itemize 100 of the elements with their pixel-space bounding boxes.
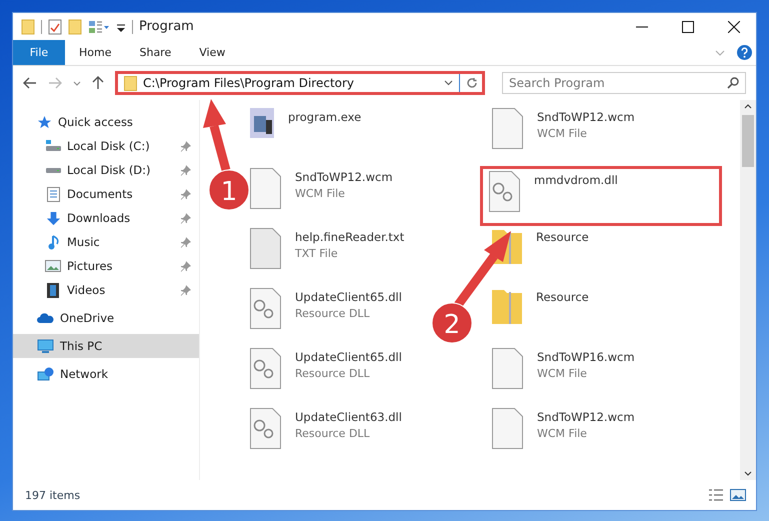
recent-locations-icon[interactable] bbox=[73, 80, 81, 86]
nav-item[interactable]: Local Disk (D:) bbox=[13, 158, 195, 182]
details-view-icon[interactable] bbox=[708, 488, 724, 502]
file-item[interactable]: SndToWP12.wcm WCM File bbox=[490, 106, 637, 166]
maximize-icon[interactable] bbox=[682, 20, 694, 32]
ribbon-tab[interactable]: Home bbox=[65, 40, 126, 65]
file-name: UpdateClient63.dll bbox=[295, 410, 402, 424]
ribbon-tab[interactable]: Share bbox=[125, 40, 186, 65]
file-icon bbox=[250, 348, 281, 389]
pin-icon[interactable] bbox=[181, 284, 191, 296]
scroll-up-icon[interactable] bbox=[744, 104, 752, 109]
search-icon[interactable] bbox=[727, 77, 739, 89]
chevron-down-icon[interactable] bbox=[715, 50, 725, 56]
file-icon bbox=[489, 171, 520, 212]
folder-icon bbox=[492, 288, 522, 326]
nav-label: Quick access bbox=[58, 115, 133, 129]
nav-item[interactable]: Local Disk (C:) bbox=[13, 134, 195, 158]
scroll-down-icon[interactable] bbox=[744, 471, 752, 476]
large-icons-view-icon[interactable] bbox=[730, 488, 746, 502]
pin-icon[interactable] bbox=[181, 260, 191, 272]
nav-label: Local Disk (C:) bbox=[67, 139, 151, 153]
file-icon bbox=[492, 348, 523, 389]
file-item[interactable]: program.exe bbox=[248, 106, 364, 166]
search-field[interactable]: Search Program bbox=[502, 72, 746, 94]
item-count: 197 items bbox=[25, 488, 80, 502]
nav-item[interactable]: Network bbox=[13, 362, 199, 386]
drive-icon bbox=[46, 140, 60, 152]
nav-item[interactable]: This PC bbox=[13, 334, 199, 358]
file-item[interactable]: UpdateClient63.dll Resource DLL bbox=[248, 406, 404, 466]
file-name: program.exe bbox=[288, 110, 362, 124]
nav-item[interactable]: OneDrive bbox=[13, 306, 199, 330]
file-name: help.fineReader.txt bbox=[295, 230, 404, 244]
close-icon[interactable] bbox=[728, 20, 740, 32]
pictures-icon bbox=[45, 260, 61, 272]
file-icon bbox=[492, 408, 523, 449]
file-name: SndToWP16.wcm bbox=[537, 350, 635, 364]
file-item[interactable]: Resource bbox=[490, 286, 591, 346]
file-icon bbox=[250, 408, 281, 449]
ribbon-tab[interactable]: File bbox=[13, 40, 65, 65]
pin-icon[interactable] bbox=[181, 236, 191, 248]
nav-label: OneDrive bbox=[60, 311, 114, 325]
file-item[interactable]: UpdateClient65.dll Resource DLL bbox=[248, 286, 404, 346]
file-type: Resource DLL bbox=[295, 307, 371, 320]
document-icon bbox=[46, 186, 60, 202]
back-icon[interactable] bbox=[23, 77, 37, 89]
cloud-icon bbox=[37, 312, 54, 324]
network-icon bbox=[37, 366, 54, 382]
file-name: UpdateClient65.dll bbox=[295, 290, 402, 304]
nav-item[interactable]: Quick access bbox=[13, 110, 199, 134]
film-icon bbox=[47, 282, 59, 298]
file-type: WCM File bbox=[537, 127, 588, 140]
view-options-icon[interactable] bbox=[88, 18, 110, 34]
nav-item[interactable]: Pictures bbox=[13, 254, 195, 278]
step-number: 2 bbox=[444, 310, 460, 340]
file-item[interactable]: SndToWP12.wcm WCM File bbox=[490, 406, 637, 466]
nav-label: Documents bbox=[67, 187, 134, 201]
file-type: WCM File bbox=[537, 367, 588, 380]
computer-icon bbox=[37, 338, 54, 354]
file-name: SndToWP12.wcm bbox=[537, 410, 635, 424]
ribbon-tab[interactable]: View bbox=[185, 40, 240, 65]
nav-item[interactable]: Downloads bbox=[13, 206, 195, 230]
file-type: Resource DLL bbox=[295, 367, 371, 380]
address-path: C:\Program Files\Program Directory bbox=[143, 76, 356, 90]
file-item[interactable]: SndToWP12.wcm WCM File bbox=[248, 166, 395, 226]
file-item[interactable]: help.fineReader.txt TXT File bbox=[248, 226, 406, 286]
nav-item[interactable]: Music bbox=[13, 230, 195, 254]
file-item[interactable]: SndToWP16.wcm WCM File bbox=[490, 346, 637, 406]
address-bar[interactable]: C:\Program Files\Program Directory bbox=[115, 71, 485, 95]
pin-icon[interactable] bbox=[181, 212, 191, 224]
download-icon bbox=[46, 210, 60, 226]
pin-icon[interactable] bbox=[181, 164, 191, 176]
folder-icon bbox=[124, 76, 137, 90]
nav-label: Local Disk (D:) bbox=[67, 163, 152, 177]
file-item[interactable]: mmdvdrom.dll bbox=[480, 166, 722, 226]
file-icon bbox=[492, 108, 523, 149]
file-type: Resource DLL bbox=[295, 427, 371, 440]
file-icon bbox=[250, 168, 281, 209]
nav-label: Videos bbox=[67, 283, 106, 297]
nav-label: Downloads bbox=[67, 211, 132, 225]
file-name: UpdateClient65.dll bbox=[295, 350, 402, 364]
file-item[interactable]: UpdateClient65.dll Resource DLL bbox=[248, 346, 404, 406]
file-type: TXT File bbox=[295, 247, 339, 260]
nav-label: Music bbox=[67, 235, 101, 249]
nav-item[interactable]: Documents bbox=[13, 182, 195, 206]
file-icon bbox=[250, 228, 281, 269]
pin-icon[interactable] bbox=[181, 188, 191, 200]
file-name: SndToWP12.wcm bbox=[295, 170, 393, 184]
properties-icon[interactable] bbox=[48, 18, 62, 34]
nav-item[interactable]: Videos bbox=[13, 278, 195, 302]
scrollbar[interactable] bbox=[740, 100, 756, 480]
nav-label: Pictures bbox=[67, 259, 114, 273]
step-number: 1 bbox=[220, 177, 238, 207]
nav-label: Network bbox=[60, 367, 108, 381]
scrollbar-thumb[interactable] bbox=[742, 115, 754, 167]
pin-icon[interactable] bbox=[181, 140, 191, 152]
refresh-icon[interactable] bbox=[466, 77, 478, 89]
up-icon[interactable] bbox=[92, 76, 104, 90]
dropdown-icon[interactable] bbox=[444, 80, 453, 86]
window-title: Program bbox=[139, 19, 194, 34]
help-icon[interactable] bbox=[737, 45, 752, 60]
